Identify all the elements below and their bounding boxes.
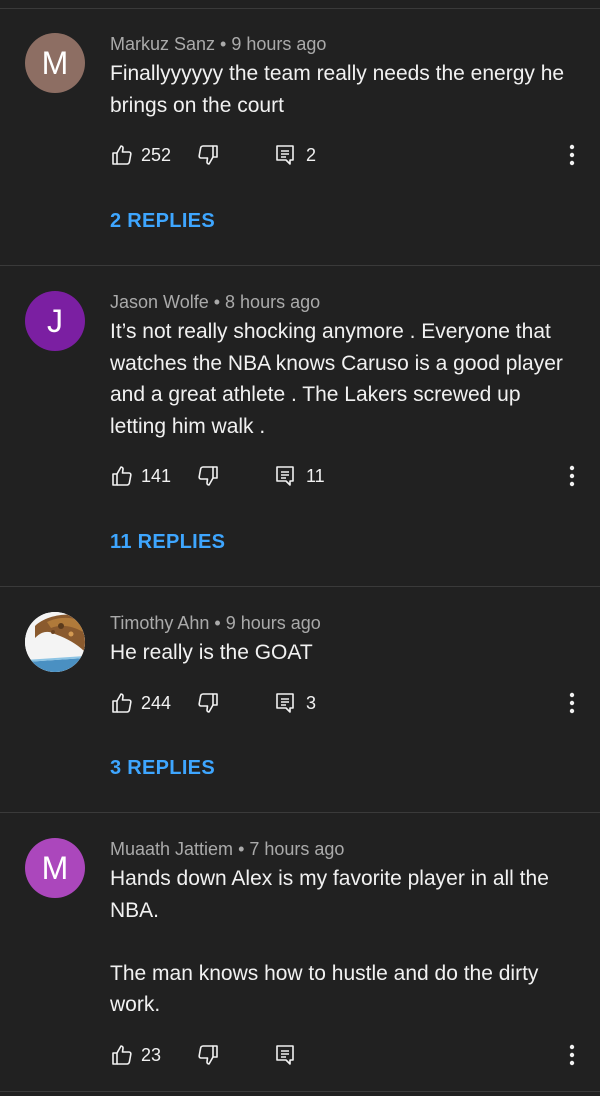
like-button[interactable]: 244 — [110, 688, 171, 718]
reply-icon — [276, 693, 294, 713]
comment-divider — [0, 265, 600, 266]
reply-count: 2 — [306, 144, 317, 165]
avatar-photo — [25, 612, 85, 672]
more-vert-icon[interactable] — [560, 141, 584, 169]
view-replies-link[interactable]: 2 REPLIES — [110, 210, 215, 233]
reply-icon — [276, 466, 294, 486]
author-name[interactable]: Jason Wolfe — [110, 292, 209, 312]
thumbs-down-icon[interactable] — [196, 1043, 220, 1067]
author-name[interactable]: Markuz Sanz — [110, 34, 215, 54]
avatar-letter: M — [41, 44, 69, 81]
like-count: 23 — [141, 1044, 162, 1065]
comment-actions: 252 2 — [110, 140, 580, 170]
comment-paragraph: The man knows how to hustle and do the d… — [110, 961, 539, 1017]
reply-icon — [276, 145, 294, 165]
separator-dot: • — [213, 292, 221, 312]
timestamp[interactable]: 8 hours ago — [225, 292, 320, 312]
avatar-letter: J — [47, 302, 63, 339]
reply-button[interactable] — [273, 1040, 297, 1070]
separator-dot: • — [238, 839, 245, 859]
like-button[interactable]: 141 — [110, 461, 171, 491]
separator-dot: • — [214, 613, 221, 633]
thumbs-up-icon — [112, 693, 132, 713]
timestamp[interactable]: 9 hours ago — [231, 34, 326, 54]
comment-meta: Jason Wolfe • 8 hours ago — [110, 292, 320, 313]
comment-actions: 23 — [110, 1040, 580, 1070]
comment-text: Hands down Alex is my favorite player in… — [110, 863, 580, 1021]
comment-text: It’s not really shocking anymore . Every… — [110, 316, 580, 442]
comment-paragraph: Hands down Alex is my favorite player in… — [110, 867, 549, 922]
comment-meta: Timothy Ahn • 9 hours ago — [110, 613, 321, 634]
thumbs-up-icon — [112, 466, 132, 486]
thumbs-up-icon — [112, 145, 132, 165]
comment-paragraph: It’s not really shocking anymore . Every… — [110, 320, 563, 438]
avatar-letter: M — [41, 849, 69, 886]
thumbs-down-icon[interactable] — [196, 143, 220, 167]
author-name[interactable]: Timothy Ahn — [110, 613, 209, 633]
comment-meta: Markuz Sanz • 9 hours ago — [110, 34, 326, 55]
comment-text: Finallyyyyyy the team really needs the e… — [110, 58, 580, 121]
reply-button[interactable]: 11 — [273, 461, 325, 491]
thumbs-down-icon[interactable] — [196, 691, 220, 715]
more-vert-icon[interactable] — [560, 1041, 584, 1069]
view-replies-link[interactable]: 11 REPLIES — [110, 531, 225, 554]
like-count: 141 — [141, 465, 172, 486]
timestamp[interactable]: 9 hours ago — [226, 613, 321, 633]
separator-dot: • — [220, 34, 227, 54]
reply-icon — [276, 1045, 294, 1065]
comment-meta: Muaath Jattiem • 7 hours ago — [110, 839, 344, 860]
like-button[interactable]: 252 — [110, 140, 171, 170]
avatar[interactable]: J — [25, 291, 85, 351]
thumbs-up-icon — [112, 1045, 132, 1065]
comment-text: He really is the GOAT — [110, 637, 580, 669]
reply-button[interactable]: 2 — [273, 140, 316, 170]
comment-paragraph: Finallyyyyyy the team really needs the e… — [110, 62, 565, 117]
timestamp[interactable]: 7 hours ago — [249, 839, 344, 859]
comment-actions: 141 11 — [110, 461, 580, 491]
view-replies-link[interactable]: 3 REPLIES — [110, 757, 215, 780]
like-count: 252 — [141, 144, 172, 165]
avatar[interactable]: M — [25, 33, 85, 93]
thumbs-down-icon[interactable] — [196, 464, 220, 488]
top-divider — [0, 8, 600, 9]
more-vert-icon[interactable] — [560, 689, 584, 717]
avatar[interactable]: M — [25, 838, 85, 898]
like-count: 244 — [141, 692, 172, 713]
comment-divider — [0, 586, 600, 587]
reply-count: 3 — [306, 692, 317, 713]
comment-actions: 244 3 — [110, 688, 580, 718]
comment-paragraph: He really is the GOAT — [110, 641, 313, 664]
author-name[interactable]: Muaath Jattiem — [110, 839, 233, 859]
comment-divider — [0, 812, 600, 813]
comment-divider — [0, 1091, 600, 1092]
reply-count: 11 — [306, 465, 325, 486]
like-button[interactable]: 23 — [110, 1040, 161, 1070]
avatar[interactable] — [25, 612, 85, 672]
more-vert-icon[interactable] — [560, 462, 584, 490]
reply-button[interactable]: 3 — [273, 688, 316, 718]
